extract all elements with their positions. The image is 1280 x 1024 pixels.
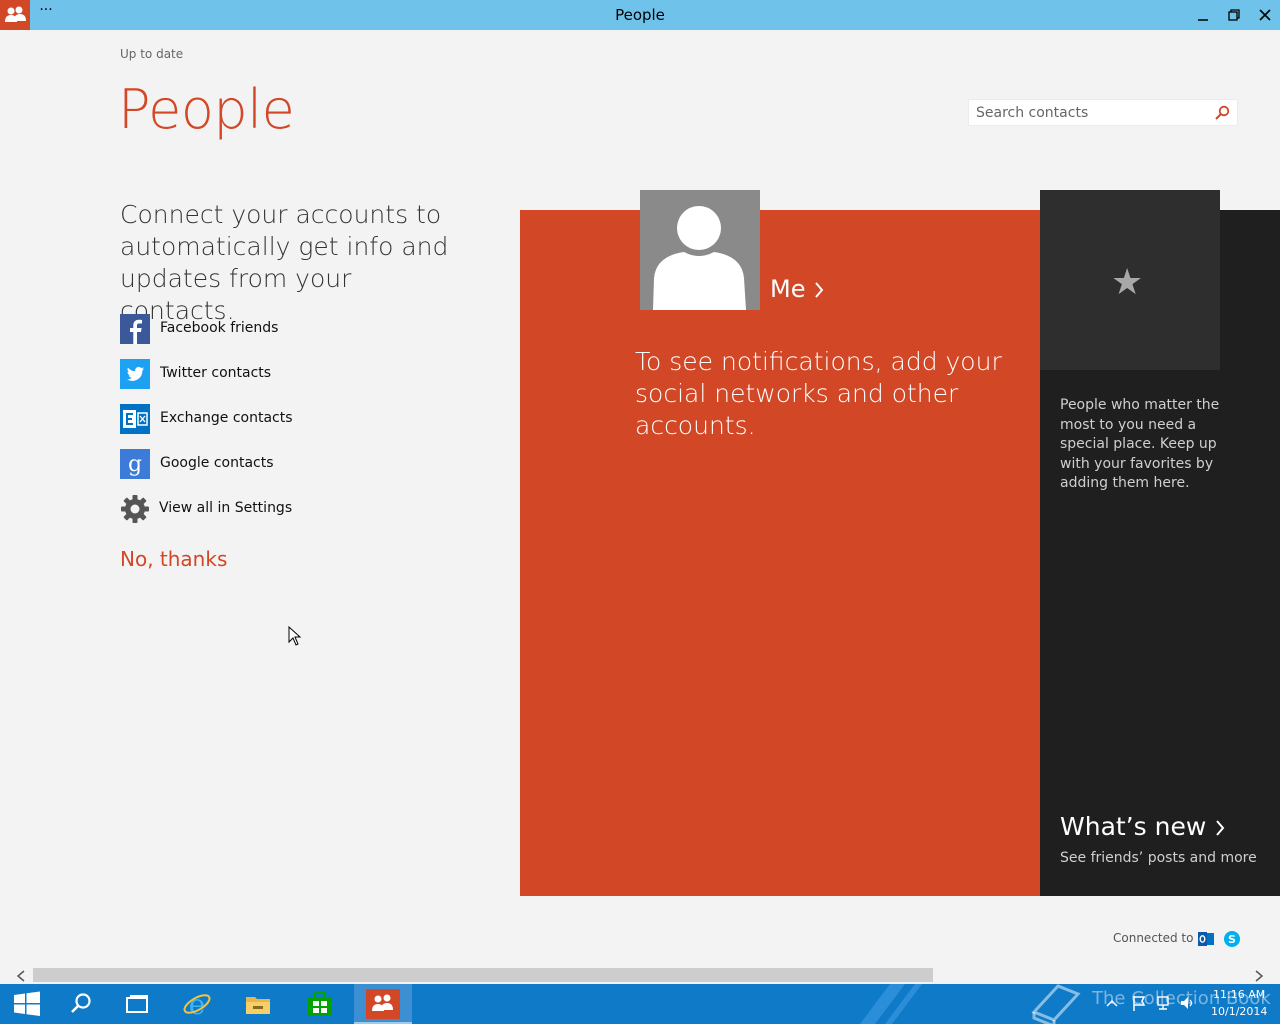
task-view-icon — [126, 995, 148, 1013]
clock-time[interactable]: 11:16 AM — [1213, 988, 1265, 1001]
twitter-icon — [120, 359, 150, 389]
mouse-cursor-icon — [288, 625, 302, 650]
facebook-friends-link[interactable]: Facebook friends — [120, 314, 370, 344]
connect-accounts-text: Connect your accounts to automatically g… — [120, 200, 449, 325]
exchange-icon — [120, 404, 150, 434]
close-button[interactable] — [1249, 0, 1280, 30]
sync-status: Up to date — [120, 47, 184, 61]
people-icon — [366, 989, 400, 1019]
svg-text:g: g — [128, 452, 142, 477]
google-contacts-link[interactable]: g Google contacts — [120, 449, 370, 479]
outlook-icon[interactable] — [1197, 930, 1215, 948]
app-commands-button[interactable]: ··· — [38, 2, 54, 26]
taskbar: e The Collection Book 11:16 AM 10/1/2014 — [0, 984, 1280, 1024]
book-watermark-icon — [1030, 984, 1082, 1024]
search-taskbar-button[interactable] — [54, 984, 108, 1024]
account-label: Facebook friends — [160, 320, 279, 336]
me-label: Me — [770, 275, 806, 303]
google-icon: g — [120, 449, 150, 479]
store-icon — [308, 991, 332, 1016]
file-explorer-button[interactable] — [231, 984, 285, 1024]
minimize-button[interactable] — [1187, 0, 1218, 30]
file-explorer-icon — [246, 997, 270, 1014]
me-avatar[interactable] — [640, 190, 760, 310]
account-label: Twitter contacts — [160, 365, 272, 381]
action-center-flag-icon[interactable] — [1131, 994, 1147, 1012]
whats-new-title: What’s new — [1060, 812, 1207, 841]
start-icon — [14, 991, 40, 1016]
exchange-contacts-link[interactable]: Exchange contacts — [120, 404, 370, 434]
search-icon[interactable] — [1214, 105, 1230, 125]
start-button[interactable] — [0, 984, 54, 1024]
connected-to-label: Connected to — [1113, 931, 1194, 945]
show-hidden-icons-icon[interactable] — [1104, 994, 1120, 1012]
volume-icon[interactable] — [1179, 994, 1195, 1012]
store-button[interactable] — [293, 984, 347, 1024]
svg-text:e: e — [189, 989, 206, 1019]
favorites-text: People who matter the most to you need a… — [1060, 397, 1220, 491]
scrollbar-thumb[interactable] — [33, 968, 933, 982]
people-app-icon[interactable] — [0, 0, 30, 30]
window-title: People — [615, 6, 665, 24]
internet-explorer-icon: e — [183, 989, 211, 1019]
scroll-left-icon[interactable] — [14, 968, 28, 982]
svg-text:S: S — [1228, 933, 1236, 946]
notifications-tile — [520, 210, 1040, 896]
me-link[interactable]: Me — [770, 275, 825, 303]
whats-new-link[interactable]: What’s new — [1060, 812, 1226, 841]
internet-explorer-button[interactable]: e — [170, 984, 224, 1024]
view-all-settings-link[interactable]: View all in Settings — [120, 494, 370, 524]
horizontal-scrollbar[interactable] — [0, 966, 1280, 984]
clock-date[interactable]: 10/1/2014 — [1211, 1005, 1267, 1018]
skype-icon[interactable]: S — [1223, 930, 1241, 948]
taskbar-decoration — [860, 984, 922, 1024]
whats-new-subtitle: See friends’ posts and more — [1060, 850, 1257, 866]
account-label: Google contacts — [160, 455, 274, 471]
account-label: Exchange contacts — [160, 410, 293, 426]
gear-icon — [120, 494, 150, 524]
people-taskbar-button[interactable] — [354, 984, 412, 1024]
notifications-text: To see notifications, add your social ne… — [635, 347, 1002, 440]
no-thanks-link[interactable]: No, thanks — [120, 547, 227, 571]
title-bar: ··· People — [0, 0, 1280, 30]
star-icon: ★ — [1111, 262, 1144, 303]
task-view-button[interactable] — [110, 984, 164, 1024]
account-label: View all in Settings — [159, 500, 293, 516]
scroll-right-icon[interactable] — [1252, 968, 1266, 982]
chevron-right-icon — [1214, 812, 1226, 841]
search-input[interactable] — [976, 103, 1206, 123]
twitter-contacts-link[interactable]: Twitter contacts — [120, 359, 370, 389]
page-title: People — [118, 78, 295, 141]
search-icon — [71, 993, 91, 1013]
search-box[interactable] — [968, 99, 1238, 126]
restore-button[interactable] — [1218, 0, 1249, 30]
facebook-icon — [120, 314, 150, 344]
network-icon[interactable] — [1155, 994, 1171, 1012]
chevron-right-icon — [813, 275, 825, 303]
